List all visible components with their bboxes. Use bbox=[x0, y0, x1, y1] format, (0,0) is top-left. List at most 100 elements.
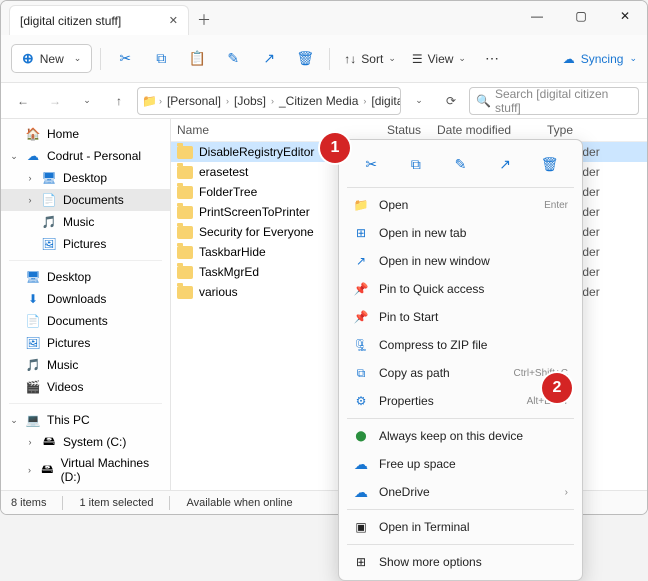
back-button[interactable]: ← bbox=[9, 87, 37, 115]
menu-open-terminal[interactable]: ▣Open in Terminal bbox=[339, 513, 582, 541]
close-button[interactable]: ✕ bbox=[603, 1, 647, 31]
music-icon: 🎵 bbox=[41, 214, 57, 230]
pc-icon: 💻 bbox=[25, 412, 41, 428]
maximize-button[interactable]: ▢ bbox=[559, 1, 603, 31]
sidebar-drive-d[interactable]: ›🖴Virtual Machines (D:) bbox=[1, 453, 170, 487]
refresh-button[interactable]: ⟳ bbox=[437, 87, 465, 115]
sidebar-quick-downloads[interactable]: ⬇Downloads bbox=[1, 288, 170, 310]
close-tab-icon[interactable]: ✕ bbox=[169, 14, 178, 27]
sidebar-thispc[interactable]: ⌄💻This PC bbox=[1, 409, 170, 431]
sidebar-quick-music[interactable]: 🎵Music bbox=[1, 354, 170, 376]
callout-1: 1 bbox=[320, 133, 350, 163]
sidebar-item-pictures[interactable]: 🖼Pictures bbox=[1, 233, 170, 255]
home-icon: 🏠 bbox=[25, 126, 41, 142]
cloud-icon: ⬤ bbox=[353, 428, 369, 444]
search-icon: 🔍 bbox=[476, 94, 491, 108]
sidebar-item-documents[interactable]: ›📄Documents bbox=[1, 189, 170, 211]
sidebar-item-home[interactable]: 🏠Home bbox=[1, 123, 170, 145]
folder-icon bbox=[177, 286, 193, 299]
chevron-down-icon: ⌄ bbox=[388, 53, 396, 64]
cut-icon[interactable]: ✂ bbox=[109, 43, 141, 75]
sync-status[interactable]: ☁ Syncing ⌄ bbox=[563, 52, 637, 66]
folder-icon: 📁 bbox=[142, 94, 157, 108]
view-button[interactable]: ☰ View ⌄ bbox=[406, 48, 472, 70]
menu-item[interactable]: ☁Free up space bbox=[339, 450, 582, 478]
search-input[interactable]: 🔍 Search [digital citizen stuff] bbox=[469, 87, 639, 115]
new-button[interactable]: ⊕ New ⌄ bbox=[11, 44, 92, 73]
more-button[interactable]: ⋯ bbox=[476, 43, 508, 75]
chevron-down-icon: ⌄ bbox=[458, 53, 466, 64]
toolbar: ⊕ New ⌄ ✂ ⧉ 📋 ✎ ↗ 🗑 ↑↓ Sort ⌄ ☰ View ⌄ ⋯… bbox=[1, 35, 647, 83]
rename-icon[interactable]: ✎ bbox=[217, 43, 249, 75]
col-type[interactable]: Type bbox=[547, 123, 617, 137]
copy-icon[interactable]: ⧉ bbox=[145, 43, 177, 75]
chevron-right-icon[interactable]: › bbox=[25, 437, 35, 447]
file-name: FolderTree bbox=[199, 185, 257, 199]
folder-icon bbox=[177, 266, 193, 279]
col-name[interactable]: Name bbox=[177, 123, 387, 137]
navbar: ← → ⌄ ↑ 📁 › [Personal]› [Jobs]› _Citizen… bbox=[1, 83, 647, 119]
breadcrumb[interactable]: 📁 › [Personal]› [Jobs]› _Citizen Media› … bbox=[137, 87, 401, 115]
rename-icon[interactable]: ✎ bbox=[446, 150, 474, 178]
file-name: TaskMgrEd bbox=[199, 265, 259, 279]
menu-icon: 📁 bbox=[353, 197, 369, 213]
tab-title: [digital citizen stuff] bbox=[20, 14, 121, 28]
view-icon: ☰ bbox=[412, 52, 423, 66]
menu-icon: 📌 bbox=[353, 281, 369, 297]
menu-show-more[interactable]: ⊞Show more options bbox=[339, 548, 582, 576]
folder-icon bbox=[177, 166, 193, 179]
share-icon[interactable]: ↗ bbox=[253, 43, 285, 75]
cut-icon[interactable]: ✂ bbox=[357, 150, 385, 178]
copy-icon[interactable]: ⧉ bbox=[402, 150, 430, 178]
chevron-right-icon[interactable]: › bbox=[25, 465, 34, 475]
chevron-down-icon[interactable]: ⌄ bbox=[9, 151, 19, 162]
paste-icon: 📋 bbox=[181, 43, 213, 75]
new-tab-button[interactable]: ＋ bbox=[189, 5, 219, 35]
col-status[interactable]: Status bbox=[387, 123, 437, 137]
sidebar-item-desktop[interactable]: ›🖥Desktop bbox=[1, 167, 170, 189]
breadcrumb-expand[interactable]: ⌄ bbox=[405, 87, 433, 115]
chevron-down-icon[interactable]: ⌄ bbox=[9, 415, 19, 426]
menu-icon: 🗜 bbox=[353, 337, 369, 353]
menu-icon: 📌 bbox=[353, 309, 369, 325]
videos-icon: 🎬 bbox=[25, 379, 41, 395]
chevron-right-icon: › bbox=[565, 487, 568, 498]
sidebar-onedrive[interactable]: ⌄☁Codrut - Personal bbox=[1, 145, 170, 167]
menu-item[interactable]: 📌Pin to Quick access bbox=[339, 275, 582, 303]
file-name: DisableRegistryEditor bbox=[199, 145, 314, 159]
menu-item[interactable]: ⊞Open in new tab bbox=[339, 219, 582, 247]
status-availability: Available when online bbox=[186, 497, 292, 509]
sidebar-quick-desktop[interactable]: 🖥Desktop bbox=[1, 266, 170, 288]
recent-button[interactable]: ⌄ bbox=[73, 87, 101, 115]
sidebar-quick-videos[interactable]: 🎬Videos bbox=[1, 376, 170, 398]
documents-icon: 📄 bbox=[25, 313, 41, 329]
downloads-icon: ⬇ bbox=[25, 291, 41, 307]
share-icon[interactable]: ↗ bbox=[491, 150, 519, 178]
sidebar-drive-c[interactable]: ›🖴System (C:) bbox=[1, 431, 170, 453]
chevron-right-icon[interactable]: › bbox=[25, 195, 35, 205]
titlebar: [digital citizen stuff] ✕ ＋ — ▢ ✕ bbox=[1, 1, 647, 35]
menu-item[interactable]: 🗜Compress to ZIP file bbox=[339, 331, 582, 359]
menu-item[interactable]: 📁OpenEnter bbox=[339, 191, 582, 219]
sidebar-quick-documents[interactable]: 📄Documents bbox=[1, 310, 170, 332]
more-icon: ⊞ bbox=[353, 554, 369, 570]
delete-icon[interactable]: 🗑 bbox=[289, 43, 321, 75]
status-selected: 1 item selected bbox=[79, 497, 153, 509]
sidebar-quick-pictures[interactable]: 🖼Pictures bbox=[1, 332, 170, 354]
delete-icon[interactable]: 🗑 bbox=[536, 150, 564, 178]
menu-item[interactable]: 📌Pin to Start bbox=[339, 303, 582, 331]
tab-active[interactable]: [digital citizen stuff] ✕ bbox=[9, 5, 189, 35]
menu-item[interactable]: ↗Open in new window bbox=[339, 247, 582, 275]
drive-icon: 🖴 bbox=[41, 434, 57, 450]
desktop-icon: 🖥 bbox=[41, 170, 57, 186]
chevron-right-icon[interactable]: › bbox=[25, 173, 35, 183]
minimize-button[interactable]: — bbox=[515, 1, 559, 31]
up-button[interactable]: ↑ bbox=[105, 87, 133, 115]
sort-button[interactable]: ↑↓ Sort ⌄ bbox=[338, 48, 402, 70]
menu-item[interactable]: ☁OneDrive› bbox=[339, 478, 582, 506]
menu-item[interactable]: ⬤Always keep on this device bbox=[339, 422, 582, 450]
sidebar-item-music[interactable]: 🎵Music bbox=[1, 211, 170, 233]
file-name: various bbox=[199, 285, 238, 299]
col-date[interactable]: Date modified bbox=[437, 123, 547, 137]
folder-icon bbox=[177, 226, 193, 239]
